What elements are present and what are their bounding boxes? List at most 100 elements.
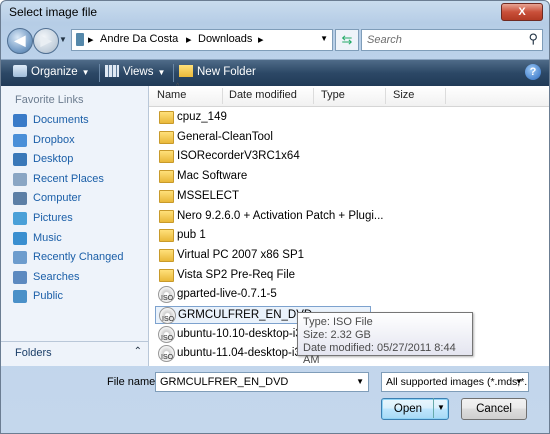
folder-row[interactable]: cpuz_149 [155,109,527,127]
folder-location-icon [76,33,84,46]
chevron-down-icon: ▼ [81,68,90,77]
iso-badge: ISO [161,354,174,362]
open-button-label: Open [393,403,423,415]
column-name[interactable]: Name [157,89,186,101]
file-name: ubuntu-11.04-desktop-i38 [177,347,308,360]
folder-row[interactable]: MSSELECT [155,188,527,206]
favorite-link-searches[interactable]: Searches [13,269,147,287]
folder-icon [159,130,174,144]
cancel-button[interactable]: Cancel [461,398,527,420]
close-button[interactable]: X [501,3,543,21]
folder-icon [159,229,174,243]
address-bar[interactable]: ▸ Andre Da Costa ▸ Downloads ▸ ▼ [71,29,333,51]
file-name: pub 1 [177,229,206,242]
tooltip-type: Type: ISO File [303,316,373,328]
chevron-up-icon[interactable]: ⌃ [134,346,142,357]
documents-icon [13,114,27,127]
refresh-button[interactable]: ⇆ [335,29,359,51]
help-icon[interactable]: ? [525,64,541,80]
folder-row[interactable]: Virtual PC 2007 x86 SP1 [155,247,527,265]
favorite-link-desktop[interactable]: Desktop [13,151,147,169]
breadcrumb-downloads[interactable]: Downloads [198,33,252,45]
favorite-link-label: Searches [33,270,80,283]
chevron-down-icon: ▼ [157,68,166,77]
favorite-link-label: Documents [33,114,89,126]
back-arrow-icon: ◀ [14,32,26,48]
file-type-filter-select[interactable]: All supported images (*.mds;*. ▼ [381,372,529,392]
iso-file-row[interactable]: ISO gparted-live-0.7.1-5 [155,286,527,304]
recent-places-icon [13,172,27,186]
folder-row[interactable]: pub 1 [155,227,527,245]
breadcrumb-separator-icon[interactable]: ▸ [88,33,94,46]
breadcrumb-separator-icon[interactable]: ▸ [186,33,192,46]
favorite-link-label: Computer [33,192,82,205]
folder-icon [159,150,174,164]
file-name: Virtual PC 2007 x86 SP1 [177,248,305,261]
column-divider[interactable] [385,88,386,104]
favorite-link-public[interactable]: Public [13,288,147,306]
column-size[interactable]: Size [393,89,414,101]
favorite-link-pictures[interactable]: Pictures [13,210,147,228]
forward-arrow-icon: ▶ [40,32,52,48]
address-dropdown-icon[interactable]: ▼ [320,34,328,43]
back-button[interactable]: ◀ [7,28,33,54]
recent-pages-dropdown[interactable]: ▼ [59,35,67,44]
folder-icon [159,268,174,282]
disc-image-icon: ISO [158,345,175,363]
tooltip-size: Size: 2.32 GB [303,329,371,341]
breadcrumb-separator-icon[interactable]: ▸ [258,33,264,46]
folder-icon [159,170,174,184]
search-input[interactable]: Search ⚲ [361,29,543,51]
folder-row[interactable]: Mac Software [155,168,527,186]
column-divider[interactable] [313,88,314,104]
column-divider[interactable] [222,88,223,104]
file-name: ubuntu-10.10-desktop-i38 [177,327,309,340]
column-header-bar: Name ^ Date modified Type Size [149,83,549,107]
file-name-value[interactable]: GRMCULFRER_EN_DVD [160,376,288,388]
file-name: cpuz_149 [177,111,227,123]
folder-row[interactable]: Nero 9.2.6.0 + Activation Patch + Plugi.… [155,208,527,226]
favorite-link-dropbox[interactable]: Dropbox [13,132,147,150]
favorite-link-recent-places[interactable]: Recent Places [13,171,147,189]
refresh-icon: ⇆ [341,32,353,47]
views-icon [105,65,119,77]
toolbar-divider [173,64,174,82]
dialog-footer: File name: GRMCULFRER_EN_DVD ▼ All suppo… [1,367,549,433]
column-type[interactable]: Type [321,89,345,101]
title-bar: Select image file X [1,1,549,23]
chevron-down-icon[interactable]: ▼ [513,373,525,391]
window-title: Select image file [9,5,98,19]
search-icon[interactable]: ⚲ [528,31,538,47]
folder-icon [159,189,174,203]
file-name-field[interactable]: GRMCULFRER_EN_DVD ▼ [155,372,369,392]
file-name: Vista SP2 Pre-Req File [177,268,296,281]
file-info-tooltip: Type: ISO File Size: 2.32 GB Date modifi… [297,312,473,366]
column-date-modified[interactable]: Date modified [229,89,297,101]
chevron-down-icon[interactable]: ▼ [356,377,364,386]
new-folder-button[interactable]: New Folder [179,65,256,78]
folder-row[interactable]: ISORecorderV3RC1x64 [155,148,527,166]
file-name: General-CleanTool [177,130,273,143]
breadcrumb-andre-da-costa[interactable]: Andre Da Costa [100,33,178,45]
folder-row[interactable]: General-CleanTool [155,129,527,147]
new-folder-label: New Folder [197,66,256,78]
favorite-link-computer[interactable]: Computer [13,190,147,208]
open-options-dropdown-icon[interactable]: ▼ [433,398,448,418]
navigation-pane: Favorite Links Documents Dropbox Desktop Re… [1,86,149,366]
column-divider[interactable] [445,88,446,104]
forward-button[interactable]: ▶ [33,28,59,54]
computer-icon [13,192,27,206]
favorite-link-music[interactable]: Music [13,230,147,248]
favorite-link-label: Pictures [33,212,73,224]
favorite-link-documents[interactable]: Documents [13,112,147,130]
file-name: gparted-live-0.7.1-5 [177,288,277,301]
views-button[interactable]: Views ▼ [105,65,165,78]
address-row: ◀ ▶ ▼ ▸ Andre Da Costa ▸ Downloads ▸ ▼ ⇆… [1,25,549,57]
folder-row[interactable]: Vista SP2 Pre-Req File [155,267,527,285]
searches-icon [13,270,27,284]
iso-badge: ISO [162,316,175,323]
folders-toggle[interactable]: Folders ⌃ [1,341,148,366]
iso-badge: ISO [161,334,174,342]
organize-button[interactable]: Organize ▼ [13,65,90,78]
favorite-link-recently-changed[interactable]: Recently Changed [13,249,147,267]
